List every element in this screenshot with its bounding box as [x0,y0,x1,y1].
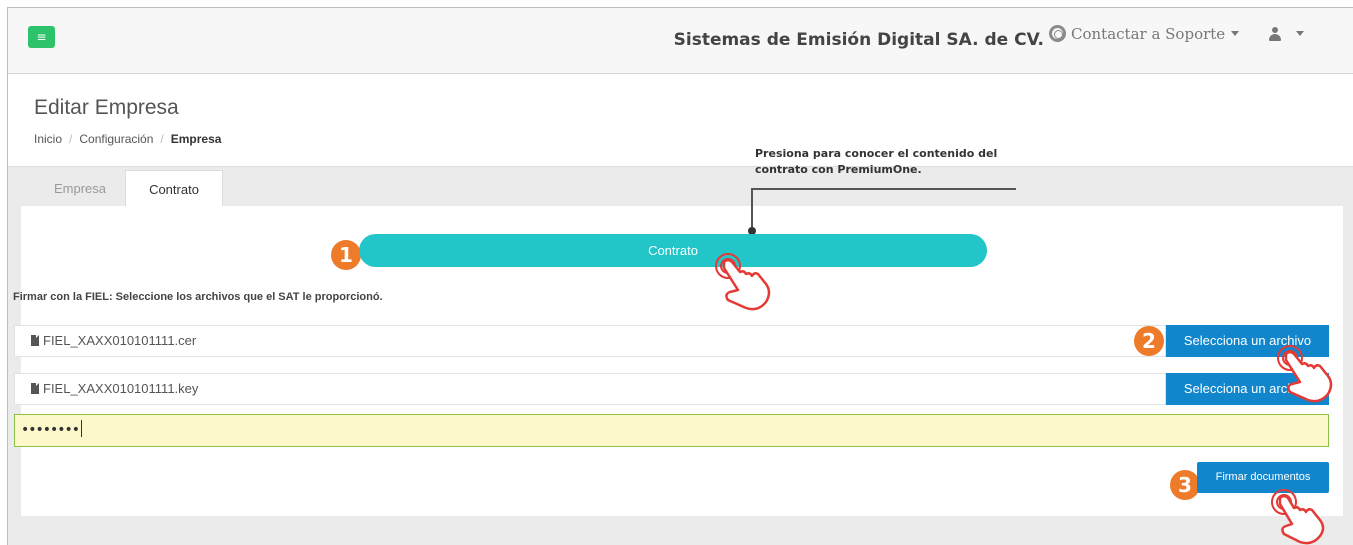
step-badge-1: 1 [331,240,361,270]
contrato-button[interactable]: Contrato [359,234,987,267]
user-menu[interactable] [1268,24,1304,43]
chevron-down-icon [1296,31,1304,36]
file-icon [31,382,40,394]
file-icon [31,334,40,346]
annotation-connector [752,188,1016,190]
tab-empresa[interactable]: Empresa [36,170,124,207]
page-header: Editar Empresa Inicio / Configuración / Empr… [8,74,1353,167]
breadcrumb-empresa: Empresa [170,132,222,146]
user-icon [1268,27,1282,41]
password-input[interactable]: •••••••• [14,414,1329,447]
annotation-connector-vertical [751,188,753,231]
tap-hand-icon [1271,489,1325,545]
key-file-name: FIEL_XAXX010101111.key [43,381,199,396]
step-badge-3: 3 [1170,470,1200,500]
annotation-text: Presiona para conocer el contenido del c… [755,146,997,178]
page-title: Editar Empresa [34,96,179,119]
password-mask: •••••••• [21,422,80,438]
step-badge-2: 2 [1134,326,1164,356]
app-frame: ≡ Sistemas de Emisión Digital SA. de CV.… [7,7,1353,545]
fiel-instruction: Firmar con la FIEL: Seleccione los archi… [13,291,383,303]
cer-file-name: FIEL_XAXX010101111.cer [43,333,197,348]
support-menu[interactable]: Contactar a Soporte [1049,25,1240,43]
text-cursor [81,420,83,437]
support-label: Contactar a Soporte [1071,25,1226,43]
breadcrumb: Inicio / Configuración / Empresa [34,132,222,146]
breadcrumb-inicio[interactable]: Inicio [34,132,62,146]
key-file-field[interactable]: FIEL_XAXX010101111.key [14,373,1166,405]
tap-hand-icon [715,253,771,311]
lifebuoy-icon [1049,25,1066,42]
tab-contrato[interactable]: Contrato [125,170,223,208]
annotation-line-1: Presiona para conocer el contenido del [755,147,998,160]
cer-file-field[interactable]: FIEL_XAXX010101111.cer [14,325,1166,357]
tap-hand-icon [1277,345,1333,403]
chevron-down-icon [1231,31,1240,36]
company-name: Sistemas de Emisión Digital SA. de CV. [673,30,1044,50]
annotation-line-2: contrato con PremiumOne. [755,163,922,176]
breadcrumb-configuracion[interactable]: Configuración [79,132,153,146]
hamburger-menu-button[interactable]: ≡ [28,26,55,48]
